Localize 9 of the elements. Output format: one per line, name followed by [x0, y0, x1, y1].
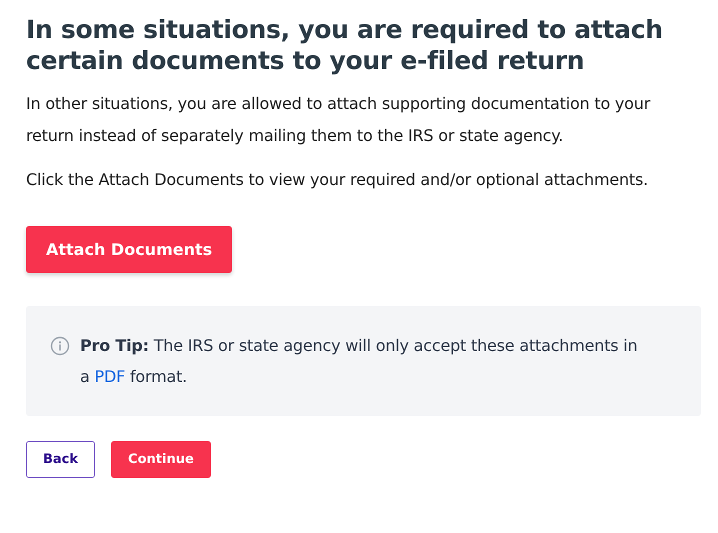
body-text: Click the Attach Documents to view your required and/or optional attachments.	[26, 169, 650, 191]
attach-documents-button[interactable]: Attach Documents	[26, 226, 232, 273]
page-heading: In some situations, you are required to attach certain documents to your e-filed return	[26, 14, 664, 76]
back-button[interactable]: Back	[26, 441, 96, 478]
pdf-link[interactable]: PDF	[94, 367, 126, 386]
continue-button[interactable]: Continue	[111, 441, 211, 478]
body-text: In other situations, you are allowed to attach supporting documentation to your return instead of separately mailing them to the IRS or state agency.	[26, 93, 652, 147]
pro-tip-text: Pro Tip: The IRS or state agency will only accept these attachments in a PDF format.	[80, 335, 638, 388]
info-icon	[50, 336, 70, 356]
